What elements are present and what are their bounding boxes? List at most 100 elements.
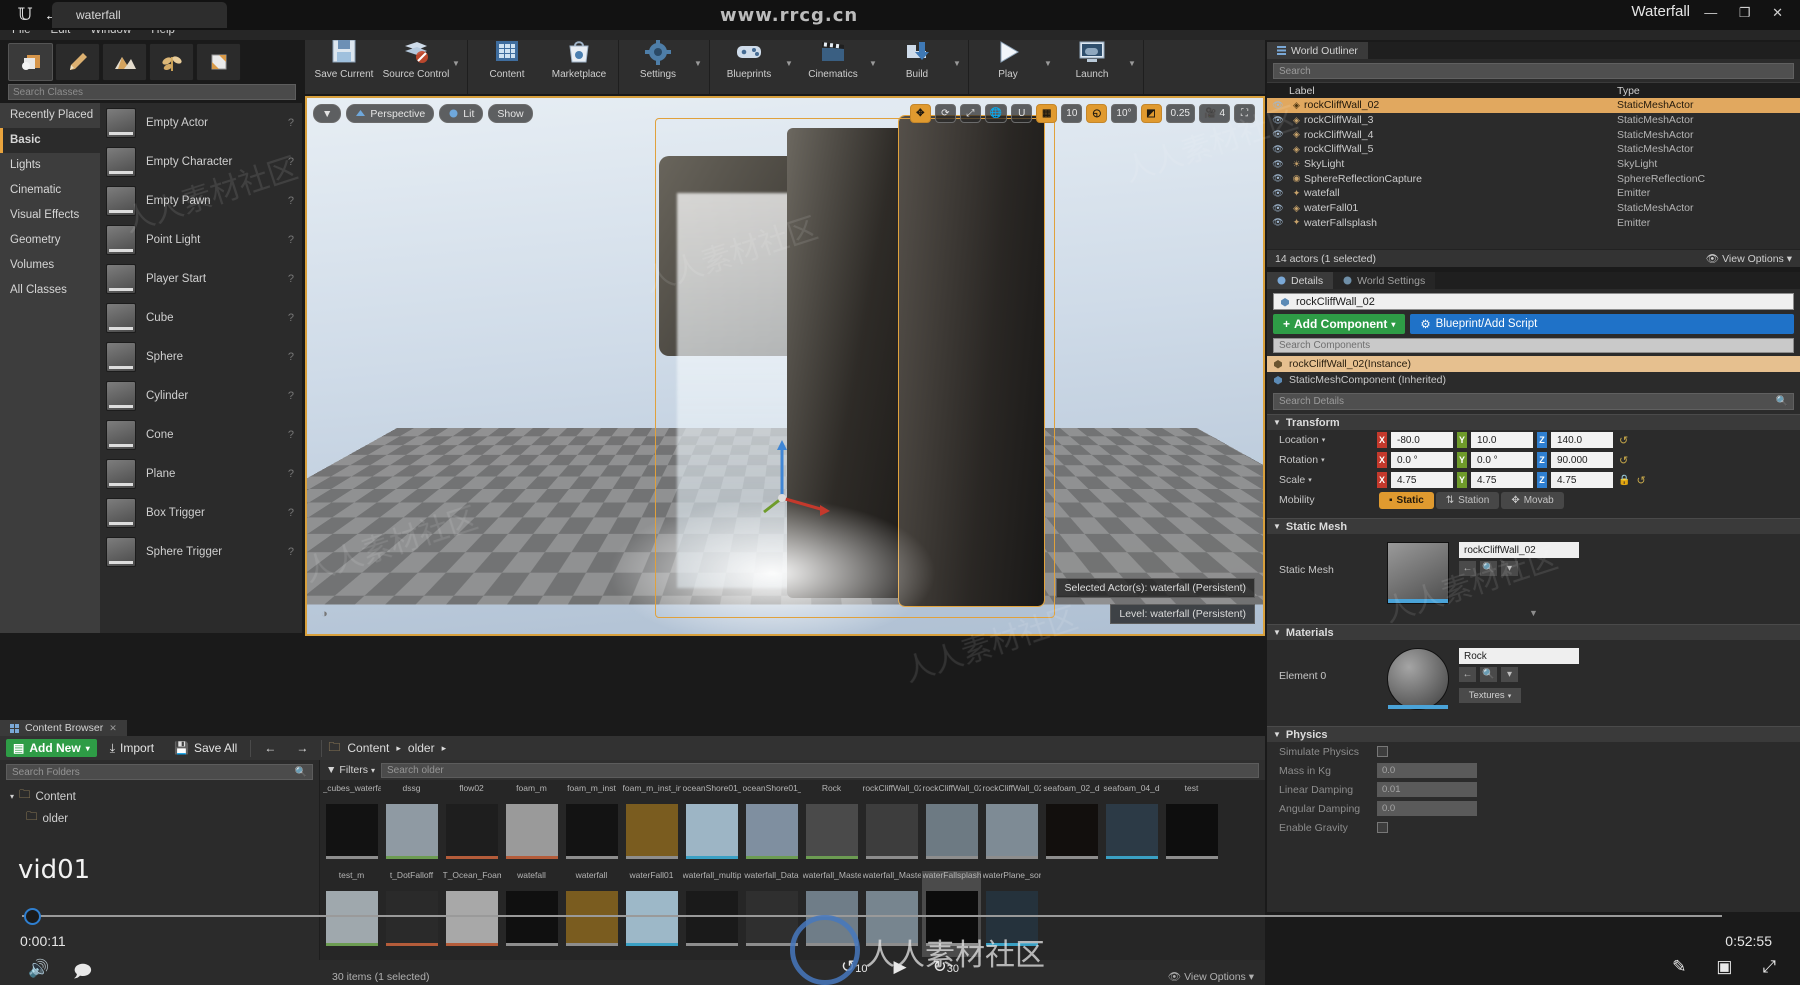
lock-scale-icon[interactable]: 🔒	[1618, 475, 1630, 486]
visibility-toggle-icon[interactable]: 👁	[1267, 144, 1289, 155]
asset-thumbnail[interactable]	[925, 804, 978, 856]
asset-thumbnail[interactable]	[445, 804, 498, 856]
outliner-view-options[interactable]: 👁 View Options ▾	[1706, 252, 1792, 265]
search-icon[interactable]: 🔍	[295, 767, 307, 778]
static-mesh-value[interactable]: rockCliffWall_02	[1459, 542, 1579, 558]
actor-help-icon[interactable]: ?	[288, 546, 294, 558]
toolbar-button-play[interactable]: Play	[972, 32, 1044, 94]
category-all-classes[interactable]: All Classes	[0, 278, 100, 303]
subtitles-icon[interactable]: 🗩	[73, 959, 92, 985]
outliner-row[interactable]: 👁 ☀ SkyLight SkyLight	[1267, 157, 1800, 172]
viewport-scale-gizmo[interactable]: ⤢	[959, 104, 981, 123]
material-options-icon[interactable]: ▾	[1501, 667, 1518, 682]
browse-to-material-icon[interactable]: 🔍	[1480, 667, 1497, 682]
window-tab[interactable]: waterfall	[52, 2, 227, 28]
place-actor-item[interactable]: Cylinder?	[100, 376, 302, 415]
visibility-toggle-icon[interactable]: 👁	[1267, 159, 1289, 170]
viewport-grid-snap-toggle[interactable]: ▦	[1036, 104, 1058, 123]
rotation-y-input[interactable]: 0.0 °	[1471, 452, 1533, 468]
static-mesh-thumbnail[interactable]	[1387, 542, 1449, 604]
actor-help-icon[interactable]: ?	[288, 507, 294, 519]
place-actor-item[interactable]: Empty Actor?	[100, 103, 302, 142]
close-icon[interactable]: ✕	[109, 723, 117, 734]
physics-checkbox[interactable]	[1377, 746, 1388, 757]
rotation-label[interactable]: Rotation ▾	[1279, 454, 1377, 466]
viewport-maximize-viewport[interactable]: ⛶	[1234, 104, 1255, 123]
section-transform[interactable]: ▼ Transform	[1267, 414, 1800, 430]
asset-item[interactable]: seafoam_02_d	[1042, 784, 1101, 870]
seek-handle[interactable]	[24, 908, 41, 925]
location-z-input[interactable]: 140.0	[1551, 432, 1613, 448]
physics-value-input[interactable]: 0.01	[1377, 782, 1477, 797]
use-selected-asset-icon[interactable]: ←	[1459, 561, 1476, 576]
asset-thumbnail[interactable]	[1045, 804, 1098, 856]
asset-item[interactable]: Rock	[802, 784, 861, 870]
outliner-col-type[interactable]: Type	[1617, 85, 1800, 97]
viewport-show-menu-button[interactable]: Show	[488, 104, 533, 123]
reset-rotation-icon[interactable]: ↺	[1619, 454, 1628, 467]
add-component-button[interactable]: + Add Component ▾	[1273, 314, 1406, 334]
asset-thumbnail[interactable]	[505, 804, 558, 856]
chevron-down-icon[interactable]: ▼	[452, 32, 464, 94]
window-controls[interactable]: — ❐ ✕	[1704, 5, 1792, 21]
asset-thumbnail[interactable]	[985, 804, 1038, 856]
asset-item[interactable]: seafoam_04_d	[1102, 784, 1161, 870]
chevron-down-icon[interactable]: ▾	[10, 792, 14, 801]
fullscreen-icon[interactable]: ⤢	[1762, 957, 1776, 977]
asset-thumbnail[interactable]	[865, 804, 918, 856]
chevron-down-icon[interactable]: ▼	[785, 32, 797, 94]
actor-help-icon[interactable]: ?	[288, 468, 294, 480]
visibility-toggle-icon[interactable]: 👁	[1267, 217, 1289, 228]
viewport-scale-snap-toggle[interactable]: ◩	[1140, 104, 1162, 123]
rotation-x-input[interactable]: 0.0 °	[1391, 452, 1453, 468]
search-classes-input[interactable]: Search Classes	[8, 84, 296, 100]
mode-paint[interactable]	[55, 43, 100, 81]
folder-search-input[interactable]: Search Folders 🔍	[6, 764, 313, 780]
seek-bar[interactable]	[22, 915, 1722, 917]
asset-item[interactable]: rockCliffWall_02_D	[922, 784, 981, 870]
asset-item[interactable]: oceanShore01_tile_D	[682, 784, 741, 870]
place-actor-item[interactable]: Empty Character?	[100, 142, 302, 181]
component-row-staticmesh[interactable]: StaticMeshComponent (Inherited)	[1267, 372, 1800, 388]
category-visual-effects[interactable]: Visual Effects	[0, 203, 100, 228]
reset-location-icon[interactable]: ↺	[1619, 434, 1628, 447]
asset-thumbnail[interactable]	[745, 804, 798, 856]
viewport-surface-snap[interactable]: U	[1011, 104, 1033, 123]
place-actor-item[interactable]: Empty Pawn?	[100, 181, 302, 220]
filters-button[interactable]: ▼ Filters ▾	[326, 764, 375, 776]
save-all-button[interactable]: 💾 Save All	[167, 739, 244, 757]
mode-place-actors[interactable]	[8, 43, 53, 81]
rotation-z-input[interactable]: 90.000	[1551, 452, 1613, 468]
viewport-camera-speed[interactable]: 🎥 4	[1198, 104, 1230, 123]
visibility-toggle-icon[interactable]: 👁	[1267, 115, 1289, 126]
volume-icon[interactable]: 🔊	[28, 959, 49, 985]
outliner-row[interactable]: 👁 ◉ SphereReflectionCapture SphereReflectio…	[1267, 171, 1800, 186]
place-actor-item[interactable]: Sphere Trigger?	[100, 532, 302, 571]
nav-back-button[interactable]: ←	[257, 739, 283, 757]
chevron-down-icon[interactable]: ▼	[953, 32, 965, 94]
toolbar-button-cinematics[interactable]: Cinematics	[797, 32, 869, 94]
mode-foliage[interactable]	[149, 43, 194, 81]
toolbar-button-blueprints[interactable]: Blueprints	[713, 32, 785, 94]
category-geometry[interactable]: Geometry	[0, 228, 100, 253]
viewport-translate-gizmo[interactable]: ✥	[909, 104, 931, 123]
scale-label[interactable]: Scale ▾	[1279, 474, 1377, 486]
viewport-view-mode-button[interactable]: Lit	[439, 104, 484, 123]
chevron-down-icon[interactable]: ▼	[694, 32, 706, 94]
search-details-input[interactable]: Search Details 🔍	[1273, 393, 1794, 410]
viewport-rotate-gizmo[interactable]: ⟳	[934, 104, 956, 123]
asset-thumbnail[interactable]	[1105, 804, 1158, 856]
location-y-input[interactable]: 10.0	[1471, 432, 1533, 448]
crop-icon[interactable]: ▣	[1716, 957, 1732, 977]
outliner-row[interactable]: 👁 ◈ rockCliffWall_3 StaticMeshActor	[1267, 113, 1800, 128]
static-mesh-expander-icon[interactable]: ▼	[1267, 608, 1800, 618]
asset-options-icon[interactable]: ▾	[1501, 561, 1518, 576]
toolbar-button-marketplace[interactable]: Marketplace	[543, 32, 615, 94]
category-basic[interactable]: Basic	[0, 128, 100, 153]
actor-help-icon[interactable]: ?	[288, 156, 294, 168]
mobility-static-button[interactable]: ▪ Static	[1379, 491, 1434, 509]
tab-world-outliner[interactable]: World Outliner	[1267, 42, 1368, 59]
actor-help-icon[interactable]: ?	[288, 195, 294, 207]
visibility-toggle-icon[interactable]: 👁	[1267, 100, 1289, 111]
mode-geometry-editing[interactable]	[196, 43, 241, 81]
